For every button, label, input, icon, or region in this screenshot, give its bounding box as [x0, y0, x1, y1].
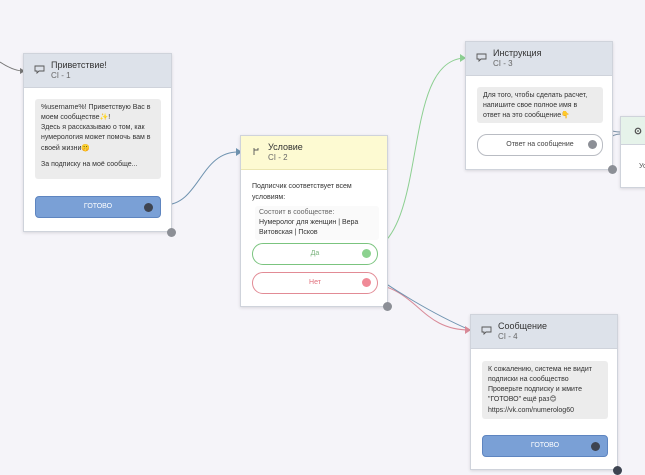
message-line: Для того, чтобы сделать расчет,	[483, 92, 588, 99]
reply-button-label: Ответ на сообщение	[506, 141, 574, 148]
message-line: https://vk.com/numerolog60	[488, 406, 574, 414]
ready-button[interactable]: ГОТОВО	[35, 196, 161, 218]
no-branch-label: Нет	[309, 279, 321, 286]
message-line: напишите свое полное имя в	[483, 102, 578, 110]
node-message-output-port[interactable]	[613, 466, 622, 475]
node-title: Условие	[268, 142, 303, 152]
node-condition-header[interactable]: Условие CI - 2	[241, 136, 387, 170]
message-preview: Для того, чтобы сделать расчет, напишите…	[477, 87, 603, 123]
node-id: CI - 4	[498, 332, 518, 341]
node-instruction[interactable]: Инструкция CI - 3 Для того, чтобы сделат…	[465, 41, 613, 170]
yes-output-port[interactable]	[362, 249, 371, 258]
reply-output-port[interactable]	[588, 140, 597, 149]
node-instruction-output-port[interactable]	[608, 165, 617, 174]
message-line: Здесь я рассказываю о том, как	[41, 124, 145, 132]
message-preview: К сожалению, система не видит подписки н…	[482, 361, 608, 419]
node-message-header[interactable]: Сообщение CI - 4	[471, 315, 617, 349]
node-title: Инструкция	[493, 48, 542, 58]
button-output-port[interactable]	[144, 203, 153, 212]
rule-line: Состоит в сообществе:	[259, 209, 335, 216]
message-line: нумерология может помочь вам в	[41, 134, 151, 142]
message-preview: %username%! Приветствую Вас в моем сообщ…	[35, 99, 161, 179]
description-line: условиям:	[252, 193, 286, 201]
message-line: "ГОТОВО" ещё раз😊	[488, 396, 557, 404]
node-title: Сообщение	[498, 321, 547, 331]
ready-button[interactable]: ГОТОВО	[482, 435, 608, 457]
node-id: CI - 2	[268, 153, 288, 162]
description-line: Подписчик соответствует всем	[252, 183, 352, 190]
condition-rule: Состоит в сообществе: Нумеролог для женщ…	[255, 206, 379, 240]
chat-icon	[34, 65, 45, 74]
message-line: подписки на сообщество	[488, 376, 569, 384]
rule-line: Витовская | Псков	[259, 229, 318, 237]
wire-greeting-to-condition	[163, 151, 241, 206]
node-partial[interactable]: Ус	[620, 116, 645, 188]
message-line: ответ на это сообщение👇	[483, 112, 570, 120]
condition-description: Подписчик соответствует всем условиям:	[252, 182, 382, 203]
node-condition[interactable]: Условие CI - 2 Подписчик соответствует в…	[240, 135, 388, 307]
node-title: Приветствие!	[51, 60, 107, 70]
wire-incoming	[0, 61, 23, 72]
message-line: своей жизни🤫	[41, 144, 91, 152]
ready-button-label: ГОТОВО	[530, 442, 560, 449]
no-output-port[interactable]	[362, 278, 371, 287]
chat-icon	[481, 326, 492, 335]
yes-branch-label: Да	[310, 250, 320, 257]
branch-icon	[253, 148, 259, 155]
rule-line: Нумеролог для женщин | Вера	[259, 219, 359, 227]
node-greeting[interactable]: Приветствие! CI - 1 %username%! Приветст…	[23, 53, 172, 232]
node-instruction-header[interactable]: Инструкция CI - 3	[466, 42, 612, 76]
node-id: CI - 3	[493, 59, 513, 68]
no-branch-button[interactable]: Нет	[252, 272, 378, 294]
node-greeting-output-port[interactable]	[167, 228, 176, 237]
message-line: За подписку на моё сообще...	[41, 160, 138, 168]
node-greeting-header[interactable]: Приветствие! CI - 1	[24, 54, 171, 88]
gear-icon	[634, 127, 642, 135]
message-line: Проверьте подписку и жмите	[488, 386, 582, 394]
button-output-port[interactable]	[591, 442, 600, 451]
node-condition-output-port[interactable]	[383, 302, 392, 311]
flow-canvas[interactable]: Приветствие! CI - 1 %username%! Приветст…	[0, 0, 645, 475]
chat-icon	[476, 53, 487, 62]
ready-button-label: ГОТОВО	[83, 203, 113, 210]
message-line: моем сообществе✨!	[41, 114, 111, 122]
partial-node-text: Ус	[639, 163, 645, 170]
message-line: %username%! Приветствую Вас в	[41, 104, 151, 111]
node-id: CI - 1	[51, 71, 71, 80]
message-line: К сожалению, система не видит	[488, 366, 592, 373]
node-message[interactable]: Сообщение CI - 4 К сожалению, система не…	[470, 314, 618, 470]
yes-branch-button[interactable]: Да	[252, 243, 378, 265]
reply-button[interactable]: Ответ на сообщение	[477, 134, 603, 156]
node-partial-header[interactable]	[621, 117, 645, 145]
